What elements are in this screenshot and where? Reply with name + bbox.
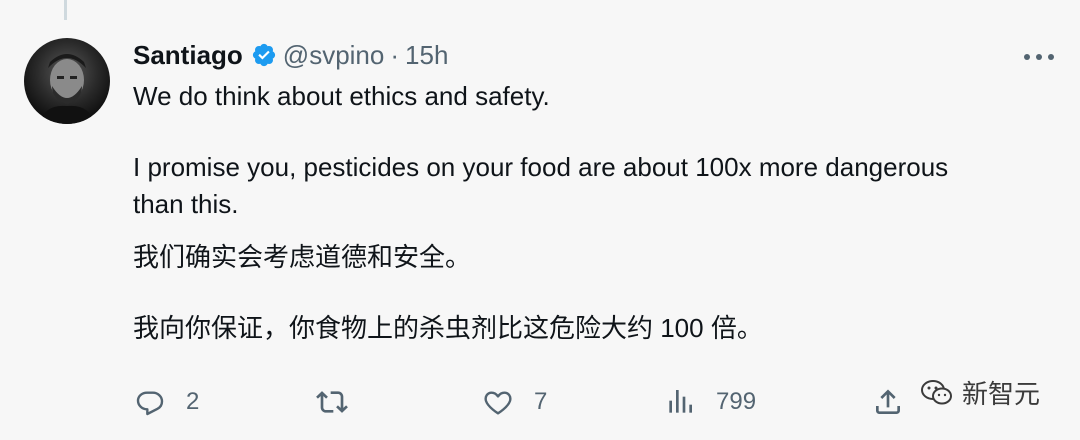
views-icon (669, 390, 692, 413)
author-name[interactable]: Santiago (133, 40, 243, 70)
watermark-text: 新智元 (962, 379, 1041, 409)
retweet-button[interactable] (314, 380, 350, 424)
tweet-text-line: We do think about ethics and safety. (133, 81, 550, 111)
more-icon[interactable] (1024, 52, 1054, 62)
tweet-translation-line: 我们确实会考虑道德和安全。 (133, 242, 472, 272)
avatar[interactable] (24, 38, 110, 124)
tweet-actions-bar: 2 7 799 (0, 380, 1080, 424)
reply-icon (136, 391, 164, 416)
like-icon (484, 391, 512, 415)
like-count: 7 (534, 388, 548, 415)
reply-button[interactable]: 2 (134, 380, 199, 424)
like-button[interactable]: 7 (482, 380, 547, 424)
reply-count: 2 (186, 388, 200, 415)
tweet-header: Santiago @svpino · 15h (133, 40, 448, 70)
views-count: 799 (716, 388, 757, 415)
tweet-translation-line: 我向你保证，你食物上的杀虫剂比这危险大约 100 倍。 (133, 313, 763, 343)
author-handle[interactable]: @svpino (283, 40, 385, 70)
header-separator: · (390, 40, 400, 70)
thread-connector-line (64, 0, 67, 20)
tweet-text-line: I promise you, pesticides on your food a… (133, 152, 949, 182)
retweet-icon (316, 391, 348, 413)
tweet-timestamp[interactable]: 15h (405, 40, 448, 70)
share-icon (876, 389, 900, 414)
wechat-icon (921, 379, 952, 404)
verified-badge-icon (251, 42, 277, 68)
views-button[interactable]: 799 (664, 380, 756, 424)
share-button[interactable] (872, 380, 904, 424)
tweet-text-line: than this. (133, 189, 239, 219)
avatar-photo-icon (40, 54, 94, 124)
watermark: 新智元 (920, 374, 1040, 411)
